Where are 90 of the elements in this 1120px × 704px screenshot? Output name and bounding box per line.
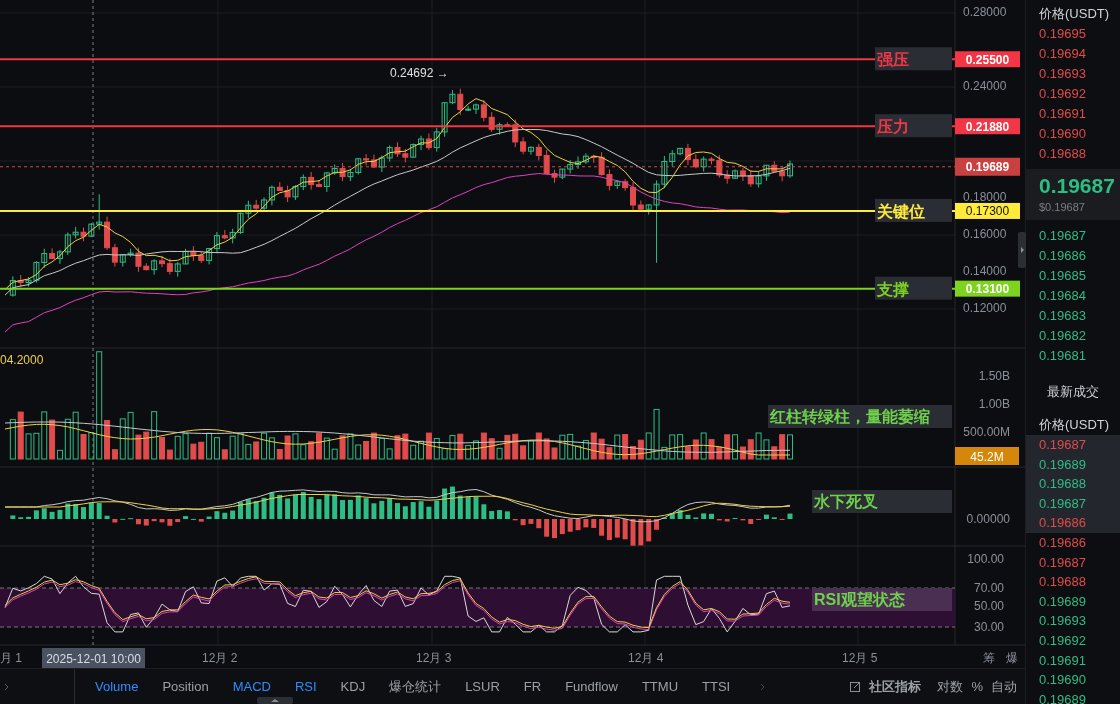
axis-tick: 500.00M bbox=[963, 425, 1010, 439]
chevron-right-icon[interactable] bbox=[760, 682, 766, 691]
chart-option-toggle[interactable]: % bbox=[971, 676, 983, 697]
time-label: 月 1 bbox=[0, 651, 22, 665]
bid-price: 0.19686 bbox=[1038, 246, 1087, 265]
trade-price: 0.19689 bbox=[1038, 592, 1087, 611]
ask-price: 0.19694 bbox=[1038, 45, 1087, 63]
trade-price: 0.19686 bbox=[1038, 533, 1087, 552]
chevron-right-icon[interactable] bbox=[4, 682, 9, 691]
time-label: 12月 2 bbox=[202, 651, 238, 665]
chart-tool-button[interactable]: 爆 bbox=[1006, 651, 1018, 665]
trade-price: 0.19689 bbox=[1038, 690, 1087, 704]
trade-price: 0.19690 bbox=[1038, 671, 1087, 690]
bid-price: 0.19683 bbox=[1038, 306, 1087, 325]
axis-tick: 100.00 bbox=[967, 552, 1004, 566]
ask-price: 0.19692 bbox=[1038, 85, 1087, 103]
indicator-tab[interactable]: Position bbox=[150, 676, 221, 697]
trade-price: 0.19689 bbox=[1026, 454, 1120, 475]
level-label: 强压 bbox=[875, 47, 952, 71]
axis-tick: 0.28000 bbox=[963, 5, 1007, 19]
trade-price: 0.19691 bbox=[1038, 651, 1087, 670]
annotation-label: 红柱转绿柱，量能萎缩 bbox=[768, 405, 952, 428]
collapse-handle-icon[interactable] bbox=[257, 697, 293, 704]
trade-price: 0.19693 bbox=[1038, 612, 1087, 631]
bid-price: 0.19687 bbox=[1038, 226, 1087, 245]
indicator-tab[interactable]: MACD bbox=[220, 676, 283, 697]
high-price-label: 0.24692 → bbox=[390, 66, 449, 80]
price-badge: 0.19689 bbox=[955, 157, 1020, 176]
axis-tick: 30.00 bbox=[973, 620, 1004, 634]
chart-option-toggle[interactable]: 自动 bbox=[991, 676, 1017, 697]
last-price: 0.19687 bbox=[1039, 173, 1116, 199]
ask-price: 0.19691 bbox=[1038, 105, 1087, 123]
annotation-label: RSI观望状态 bbox=[812, 588, 952, 611]
indicator-tab[interactable]: FR bbox=[511, 676, 554, 697]
indicator-tab[interactable]: LSUR bbox=[453, 676, 512, 697]
time-label: 12月 4 bbox=[628, 651, 664, 665]
trade-price: 0.19687 bbox=[1026, 493, 1120, 514]
axis-tick: 1.50B bbox=[978, 369, 1010, 383]
ask-price: 0.19690 bbox=[1038, 125, 1087, 143]
axis-tick: 0.18000 bbox=[963, 190, 1007, 204]
time-label: 12月 3 bbox=[416, 651, 452, 665]
level-label: 关键位 bbox=[875, 198, 952, 222]
indicator-tab[interactable]: KDJ bbox=[328, 676, 378, 697]
axis-tick: 0.14000 bbox=[963, 264, 1007, 278]
trade-price: 0.19688 bbox=[1026, 474, 1120, 494]
column-header: 价格(USDT) bbox=[1038, 416, 1111, 434]
axis-tick: 0.24000 bbox=[963, 79, 1007, 93]
axis-tick: 0.16000 bbox=[963, 227, 1007, 241]
axis-tick: 0.12000 bbox=[963, 301, 1007, 315]
ask-price: 0.19693 bbox=[1038, 65, 1087, 83]
trade-price: 0.19687 bbox=[1038, 553, 1087, 572]
last-price-usd: $0.19687 bbox=[1039, 200, 1086, 215]
price-badge: 0.21880 bbox=[955, 118, 1020, 135]
bid-price: 0.19682 bbox=[1038, 326, 1087, 345]
trades-tab[interactable]: 最新成交 bbox=[1026, 377, 1120, 401]
annotation-label: 水下死叉 bbox=[812, 490, 952, 513]
axis-tick: 50.00 bbox=[973, 599, 1004, 613]
level-label: 支撑 bbox=[875, 276, 952, 300]
price-badge: 0.13100 bbox=[955, 280, 1020, 297]
price-badge: 0.17300 bbox=[955, 202, 1020, 219]
price-badge: 0.25500 bbox=[955, 51, 1020, 68]
column-header: 价格(USDT) bbox=[1038, 5, 1111, 23]
indicator-tab[interactable]: TTMU bbox=[629, 676, 691, 697]
indicator-tab[interactable]: Fundflow bbox=[553, 676, 630, 697]
ask-price: 0.19688 bbox=[1038, 145, 1087, 163]
trade-price: 0.19687 bbox=[1026, 435, 1120, 455]
indicator-tab[interactable]: 爆仓统计 bbox=[377, 676, 454, 697]
bid-price: 0.19685 bbox=[1038, 266, 1087, 285]
edit-icon[interactable] bbox=[850, 681, 862, 692]
volume-legend: 04.2000 bbox=[0, 353, 44, 367]
trade-price: 0.19688 bbox=[1038, 573, 1087, 592]
indicator-tab[interactable]: Volume bbox=[83, 676, 151, 697]
crosshair-time-badge: 2025-12-01 10:00 bbox=[42, 648, 145, 668]
side-panel-toggle-icon[interactable] bbox=[1018, 232, 1026, 268]
axis-tick: 70.00 bbox=[973, 581, 1004, 595]
chart-tool-button[interactable]: 筹 bbox=[983, 651, 995, 665]
community-indicators-link[interactable]: 社区指标 bbox=[869, 676, 922, 697]
bid-price: 0.19681 bbox=[1038, 346, 1087, 365]
trade-price: 0.19692 bbox=[1038, 631, 1087, 650]
indicator-tab[interactable]: RSI bbox=[282, 676, 329, 697]
indicator-tab[interactable]: TTSI bbox=[690, 676, 743, 697]
volume-badge: 45.2M bbox=[955, 447, 1019, 465]
axis-tick: 0.00000 bbox=[966, 512, 1010, 526]
axis-tick: 1.00B bbox=[978, 397, 1010, 411]
time-label: 12月 5 bbox=[842, 651, 878, 665]
chart-option-toggle[interactable]: 对数 bbox=[937, 676, 964, 697]
level-label: 压力 bbox=[875, 114, 952, 138]
trade-price: 0.19686 bbox=[1026, 513, 1120, 533]
bid-price: 0.19684 bbox=[1038, 286, 1087, 305]
ask-price: 0.19695 bbox=[1038, 25, 1087, 43]
